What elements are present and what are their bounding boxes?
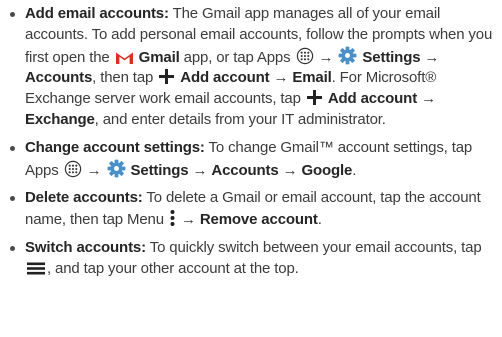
bold-text: Add account bbox=[327, 90, 418, 108]
hamburger-icon bbox=[26, 261, 46, 276]
bold-text: Delete accounts: bbox=[25, 189, 143, 207]
instructions-list: Add email accounts: The Gmail app manage… bbox=[9, 4, 496, 280]
body-text: → bbox=[417, 90, 436, 108]
bold-text: Exchange bbox=[25, 110, 95, 128]
bold-text: Change account settings: bbox=[25, 138, 205, 156]
bold-text: Settings bbox=[362, 48, 421, 66]
plus-icon bbox=[158, 68, 175, 85]
body-text: → bbox=[269, 69, 293, 87]
bold-text: Gmail bbox=[138, 48, 180, 66]
body-text: . bbox=[317, 211, 322, 229]
gmail-icon bbox=[115, 50, 134, 65]
menu-dots-icon bbox=[169, 209, 176, 227]
bullet-item: Switch accounts: To quickly switch betwe… bbox=[9, 238, 496, 280]
bold-text: Accounts bbox=[25, 69, 93, 87]
settings-icon bbox=[338, 46, 357, 65]
body-text: . bbox=[352, 161, 357, 179]
settings-icon bbox=[107, 159, 126, 178]
bold-text: Accounts bbox=[211, 161, 279, 179]
body-text: → bbox=[420, 48, 440, 66]
body-text: → bbox=[314, 48, 338, 66]
bold-text: Add account bbox=[180, 69, 270, 87]
body-text: → bbox=[82, 161, 106, 179]
body-text: → bbox=[278, 161, 302, 179]
bullet-item: Add email accounts: The Gmail app manage… bbox=[9, 4, 496, 131]
apps-icon bbox=[64, 160, 82, 178]
bullet-item: Change account settings: To change Gmail… bbox=[9, 138, 496, 182]
bold-text: Remove account bbox=[199, 211, 318, 229]
bullet-item: Delete accounts: To delete a Gmail or em… bbox=[9, 188, 496, 231]
plus-icon bbox=[306, 89, 323, 106]
body-text: To quickly switch between your email acc… bbox=[145, 238, 482, 256]
bold-text: Add email accounts: bbox=[25, 5, 169, 22]
bold-text: Email bbox=[292, 69, 332, 87]
body-text: → bbox=[176, 211, 200, 229]
bold-text: Settings bbox=[130, 161, 189, 179]
body-text: , then tap bbox=[92, 69, 158, 87]
body-text: , and tap your other account at the top. bbox=[47, 259, 299, 277]
body-text: , and enter details from your IT adminis… bbox=[94, 110, 386, 128]
bold-text: Switch accounts: bbox=[25, 238, 146, 256]
body-text: app, or tap Apps bbox=[179, 48, 295, 66]
bold-text: Google bbox=[301, 161, 353, 179]
instructions-document: Add email accounts: The Gmail app manage… bbox=[0, 0, 502, 337]
body-text: → bbox=[188, 161, 212, 179]
apps-icon bbox=[296, 47, 314, 65]
